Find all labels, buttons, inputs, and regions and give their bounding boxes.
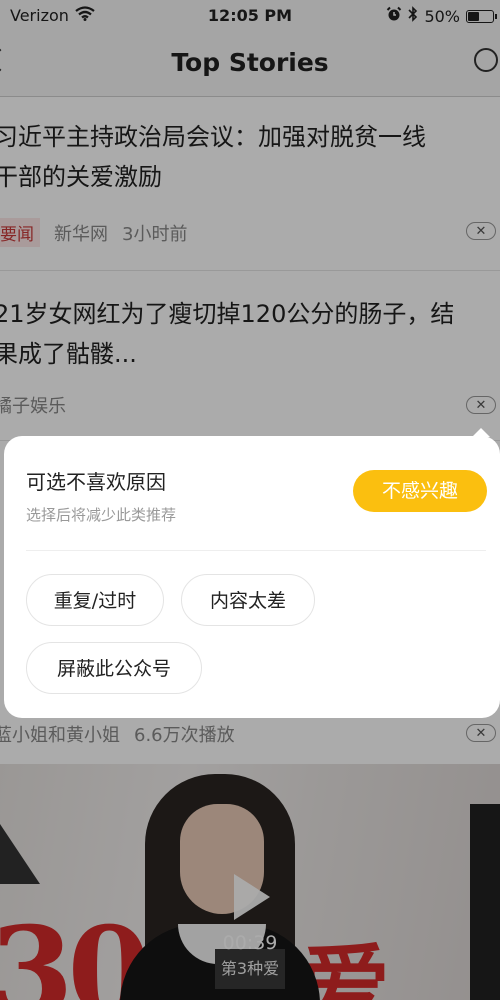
reason-duplicate-button[interactable]: 重复/过时 [26,574,164,626]
popup-title: 可选不喜欢原因 [26,470,166,494]
not-interested-button[interactable]: 不感兴趣 [353,470,487,512]
popup-subtitle: 选择后将减少此类推荐 [26,506,177,524]
divider [26,550,486,551]
reason-block-account-button[interactable]: 屏蔽此公众号 [26,642,202,694]
reason-poor-content-button[interactable]: 内容太差 [181,574,315,626]
dislike-popup: 可选不喜欢原因 选择后将减少此类推荐 不感兴趣 重复/过时 内容太差 屏蔽此公众… [4,436,500,718]
